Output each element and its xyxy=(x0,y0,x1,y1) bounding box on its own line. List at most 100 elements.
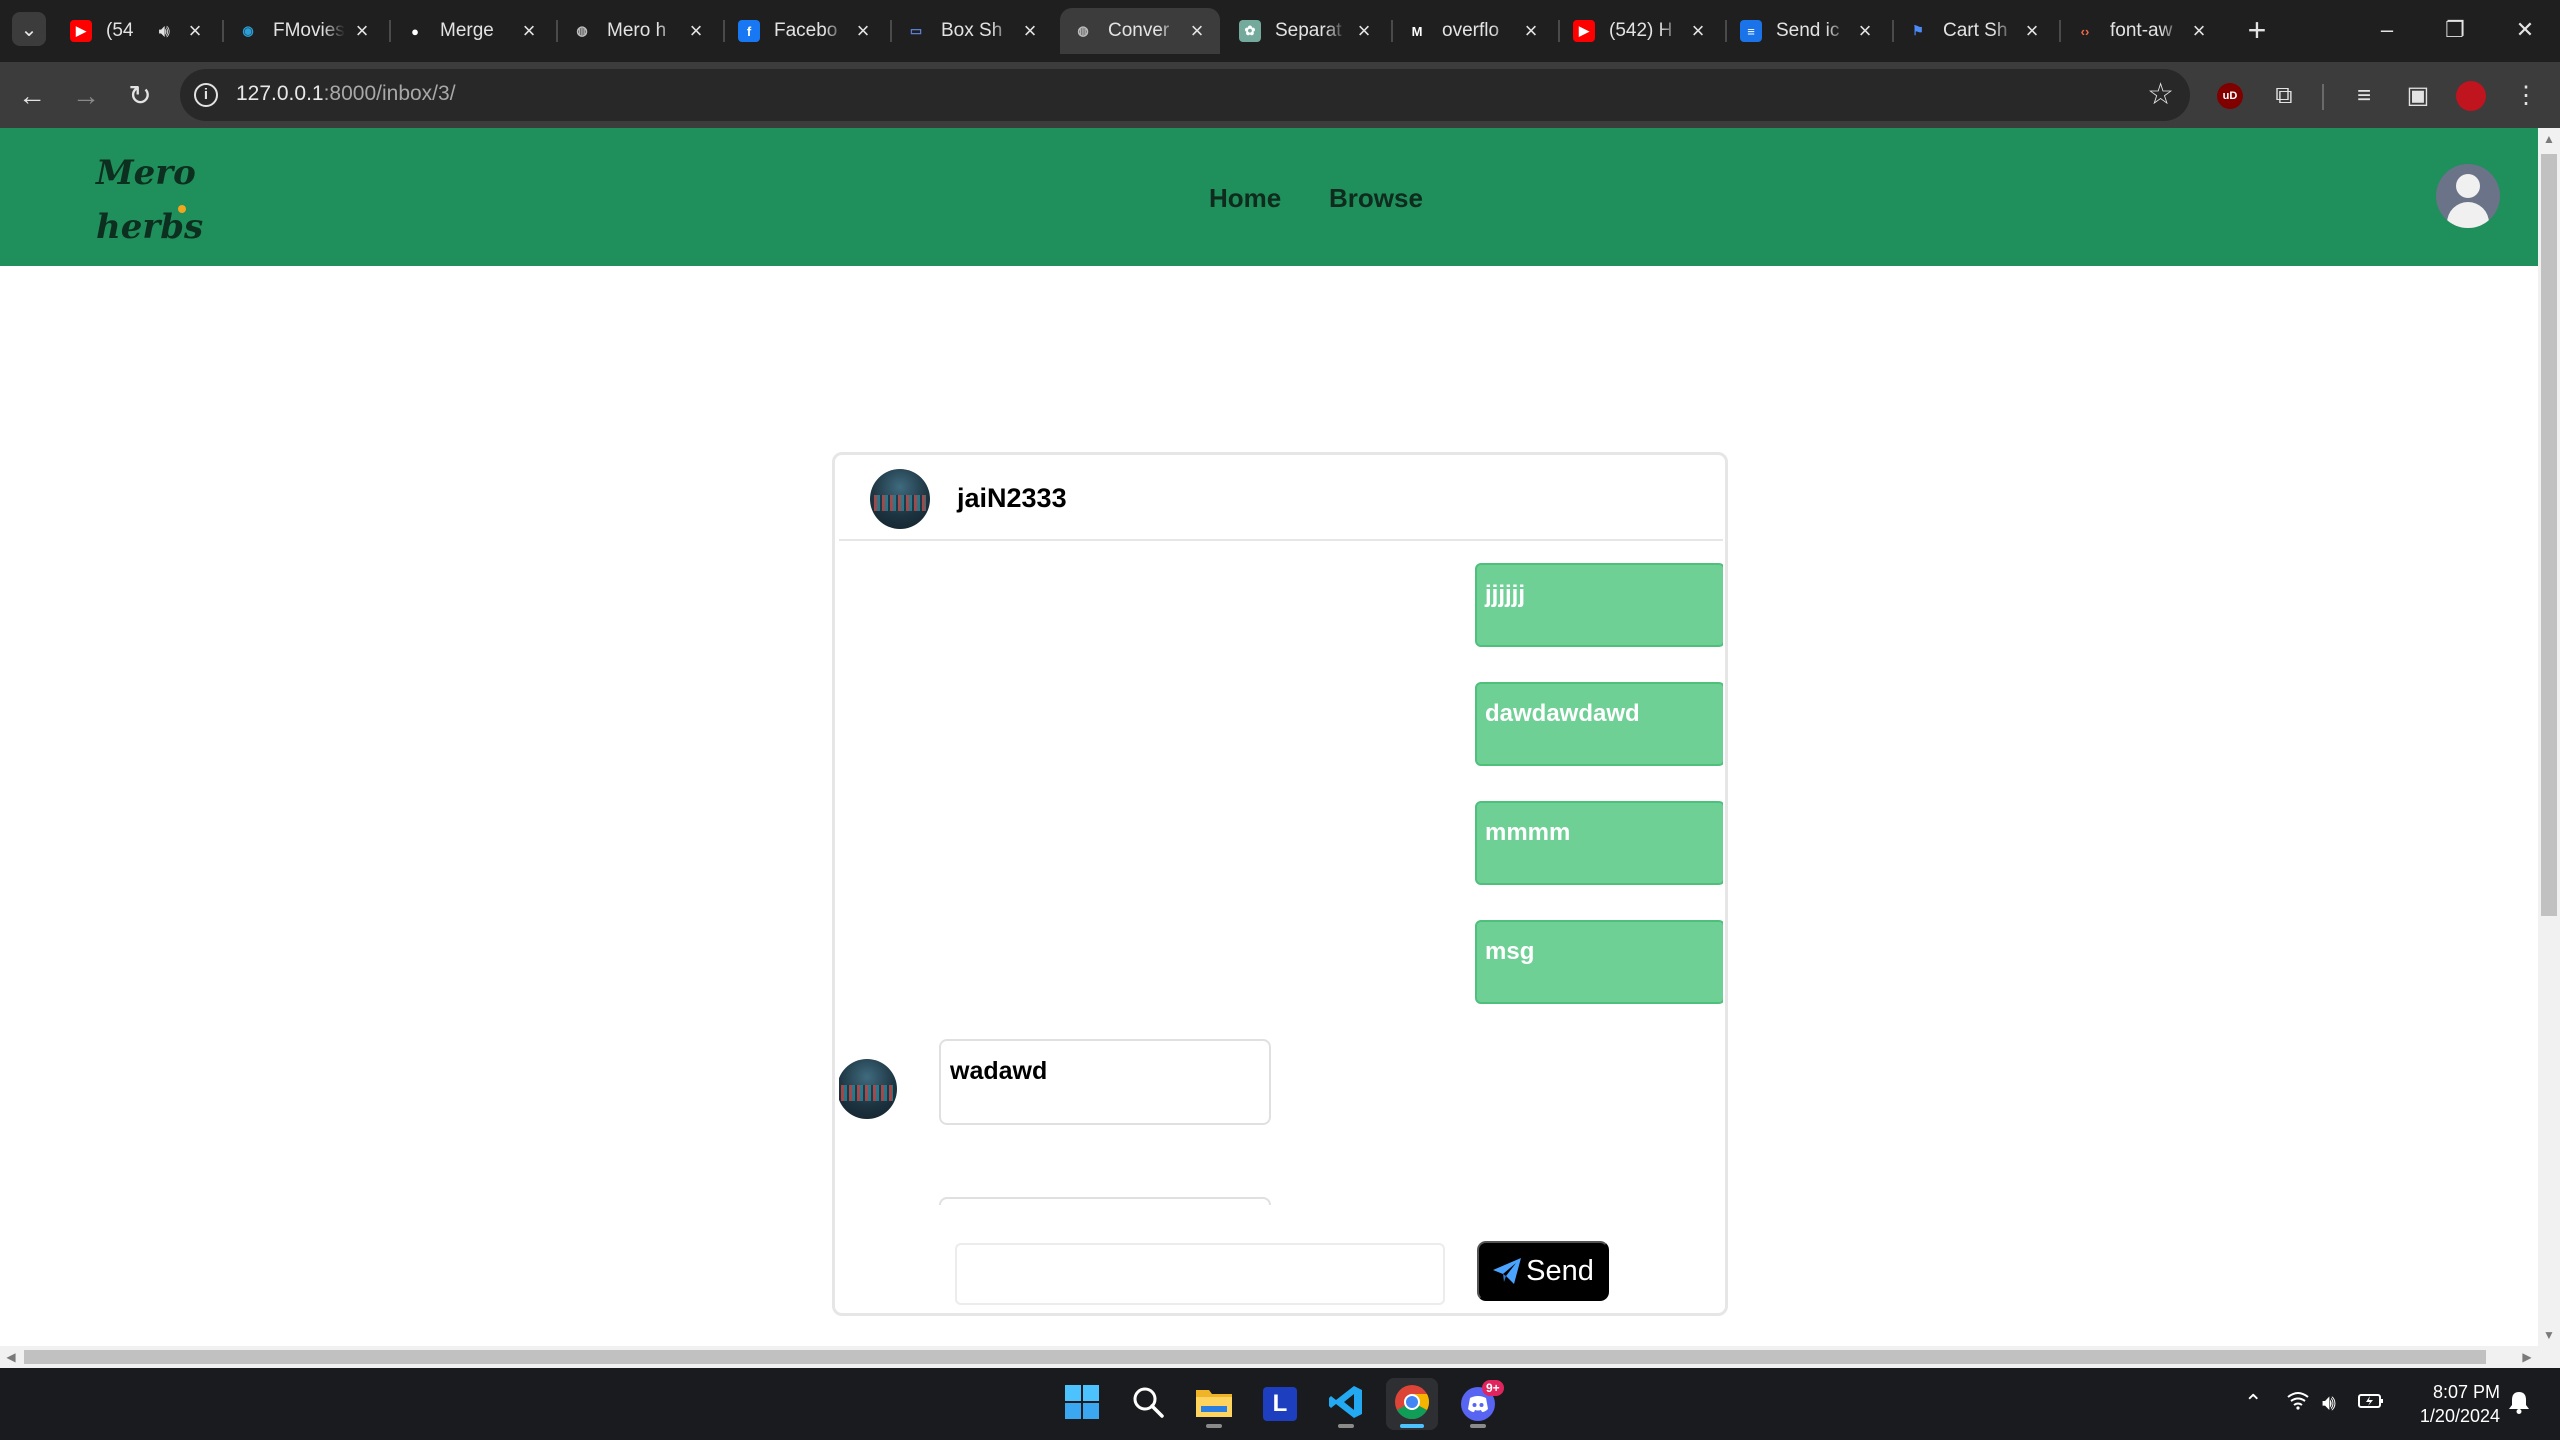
bookmark-star-icon[interactable]: ☆ xyxy=(2147,77,2174,112)
browser-tab[interactable]: ▭ Box Sh × xyxy=(893,8,1053,54)
close-tab-icon[interactable]: × xyxy=(1019,18,1041,44)
browser-tab[interactable]: ◍ Conver × xyxy=(1060,8,1220,54)
browser-tab[interactable]: ▶ (542) H × xyxy=(1561,8,1721,54)
reload-button[interactable]: ↻ xyxy=(120,76,160,116)
flag-icon: ⚑ xyxy=(1912,23,1924,38)
tab-title: FMovies xyxy=(273,20,345,41)
nav-browse-link[interactable]: Browse xyxy=(1329,183,1423,214)
extensions-puzzle-icon[interactable]: ⧉ xyxy=(2264,76,2304,116)
browser-tab[interactable]: ◍ Mero h × xyxy=(559,8,719,54)
running-indicator xyxy=(1400,1424,1424,1428)
close-window-button[interactable]: ✕ xyxy=(2500,10,2550,50)
vertical-scroll-thumb[interactable] xyxy=(2541,154,2557,916)
tab-title: Separat xyxy=(1275,20,1342,41)
scroll-up-arrow-icon[interactable]: ▲ xyxy=(2538,128,2560,150)
close-tab-icon[interactable]: × xyxy=(518,18,540,44)
tab-title: Box Sh xyxy=(941,20,1003,41)
youtube-icon: ▶ xyxy=(1573,20,1595,42)
horizontal-scroll-thumb[interactable] xyxy=(24,1350,2486,1364)
site-info-icon[interactable]: i xyxy=(194,83,218,107)
show-hidden-icons-chevron-up-icon[interactable]: ⌃ xyxy=(2244,1390,2262,1416)
sent-message: msg xyxy=(1475,920,1723,1004)
nav-home-link[interactable]: Home xyxy=(1209,183,1281,214)
vertical-scrollbar[interactable]: ▲ ▼ xyxy=(2538,128,2560,1368)
paper-plane-icon xyxy=(1492,1257,1522,1285)
close-tab-icon[interactable]: × xyxy=(2188,18,2210,44)
url-host: 127.0.0.1 xyxy=(236,82,324,105)
clock-time: 8:07 PM xyxy=(2432,1382,2500,1402)
windows-start-icon xyxy=(1064,1384,1100,1425)
system-clock[interactable]: 8:07 PM 1/20/2024 xyxy=(2404,1380,2500,1428)
side-panel-icon[interactable]: ▣ xyxy=(2398,76,2438,116)
media-controls-icon[interactable]: ≡ xyxy=(2344,76,2384,116)
user-avatar[interactable] xyxy=(2436,164,2500,228)
page-icon: ▭ xyxy=(909,23,923,38)
running-indicator xyxy=(1470,1424,1486,1428)
browser-tab[interactable]: ▶ (54 🔊︎ × xyxy=(58,8,218,54)
url-text[interactable]: 127.0.0.1:8000/inbox/3/ xyxy=(236,82,456,106)
tab-search-button[interactable]: ⌄ xyxy=(12,12,46,46)
chatgpt-icon: ✿ xyxy=(1239,20,1261,42)
restore-button[interactable]: ❐ xyxy=(2430,10,2480,50)
battery-charging-icon[interactable] xyxy=(2358,1390,2384,1416)
close-tab-icon[interactable]: × xyxy=(2021,18,2043,44)
notification-badge: 9+ xyxy=(1482,1380,1504,1396)
discord-button[interactable]: 9+ xyxy=(1452,1378,1504,1430)
scroll-down-arrow-icon[interactable]: ▼ xyxy=(2538,1324,2560,1346)
browser-profile-avatar[interactable] xyxy=(2456,81,2486,111)
notification-bell-icon[interactable] xyxy=(2508,1390,2530,1420)
back-button[interactable]: ← xyxy=(12,76,52,116)
chrome-button[interactable] xyxy=(1386,1378,1438,1430)
browser-tab[interactable]: f Facebo × xyxy=(726,8,886,54)
new-tab-button[interactable]: + xyxy=(2240,14,2274,48)
vscode-button[interactable] xyxy=(1320,1378,1372,1430)
send-button[interactable]: Send xyxy=(1477,1241,1609,1301)
volume-icon[interactable]: 🔊︎ xyxy=(2322,1390,2336,1416)
minimize-button[interactable]: – xyxy=(2362,10,2412,50)
speaker-icon[interactable]: 🔊︎ xyxy=(159,21,170,42)
wifi-icon[interactable] xyxy=(2286,1390,2310,1416)
tab-separator xyxy=(1391,20,1393,42)
reload-icon: ↻ xyxy=(128,80,152,111)
forward-button[interactable]: → xyxy=(66,76,106,116)
close-tab-icon[interactable]: × xyxy=(1854,18,1876,44)
globe-icon: ◍ xyxy=(1077,23,1089,38)
site-logo[interactable]: Mero herbs xyxy=(96,146,203,254)
horizontal-scrollbar[interactable]: ◀ ▶ xyxy=(0,1346,2538,1368)
scroll-left-arrow-icon[interactable]: ◀ xyxy=(0,1346,22,1368)
close-tab-icon[interactable]: × xyxy=(852,18,874,44)
url-path: :8000/inbox/3/ xyxy=(323,82,456,105)
address-bar[interactable]: i 127.0.0.1:8000/inbox/3/ ☆ xyxy=(180,69,2190,121)
browser-tab[interactable]: ◉ FMovies × xyxy=(225,8,385,54)
tab-separator xyxy=(389,20,391,42)
browser-tab[interactable]: ✿ Separat × xyxy=(1227,8,1387,54)
browser-tab[interactable]: ⚑ Cart Sh × xyxy=(1895,8,2055,54)
toolbar-divider xyxy=(2322,84,2324,110)
discord-icon: 9+ xyxy=(1460,1380,1504,1422)
tab-separator xyxy=(723,20,725,42)
browser-tab[interactable]: Moverflo × xyxy=(1394,8,1554,54)
file-explorer-button[interactable] xyxy=(1188,1378,1240,1430)
scroll-right-arrow-icon[interactable]: ▶ xyxy=(2516,1346,2538,1368)
browser-tab[interactable]: ● Merge × xyxy=(392,8,552,54)
ublock-extension-icon[interactable]: uD xyxy=(2217,83,2243,109)
contact-avatar[interactable] xyxy=(870,469,930,529)
close-tab-icon[interactable]: × xyxy=(1687,18,1709,44)
message-list[interactable]: jjjjjj dawdawdawd mmmm msg wadawd xyxy=(839,545,1723,1205)
close-tab-icon[interactable]: × xyxy=(1353,18,1375,44)
close-tab-icon[interactable]: × xyxy=(1520,18,1542,44)
browser-tab[interactable]: ≡ Send ic × xyxy=(1728,8,1888,54)
windows-start-button[interactable] xyxy=(1056,1378,1108,1430)
close-tab-icon[interactable]: × xyxy=(685,18,707,44)
tab-title: overflo xyxy=(1442,20,1500,41)
kebab-menu-icon[interactable]: ⋮ xyxy=(2506,76,2546,116)
browser-tab[interactable]: ‹› font-aw × xyxy=(2062,8,2222,54)
close-tab-icon[interactable]: × xyxy=(1186,18,1208,44)
browser-tab-strip: ⌄ ▶ (54 🔊︎ × ◉ FMovies × ● Merge × ◍ Mero h × f Facebo… xyxy=(0,0,2560,62)
message-input[interactable] xyxy=(955,1243,1445,1305)
taskbar-search-button[interactable] xyxy=(1122,1378,1174,1430)
close-tab-icon[interactable]: × xyxy=(351,18,373,44)
close-tab-icon[interactable]: × xyxy=(184,18,206,44)
l-app-button[interactable]: L xyxy=(1254,1378,1306,1430)
avatar-head xyxy=(2456,174,2480,198)
